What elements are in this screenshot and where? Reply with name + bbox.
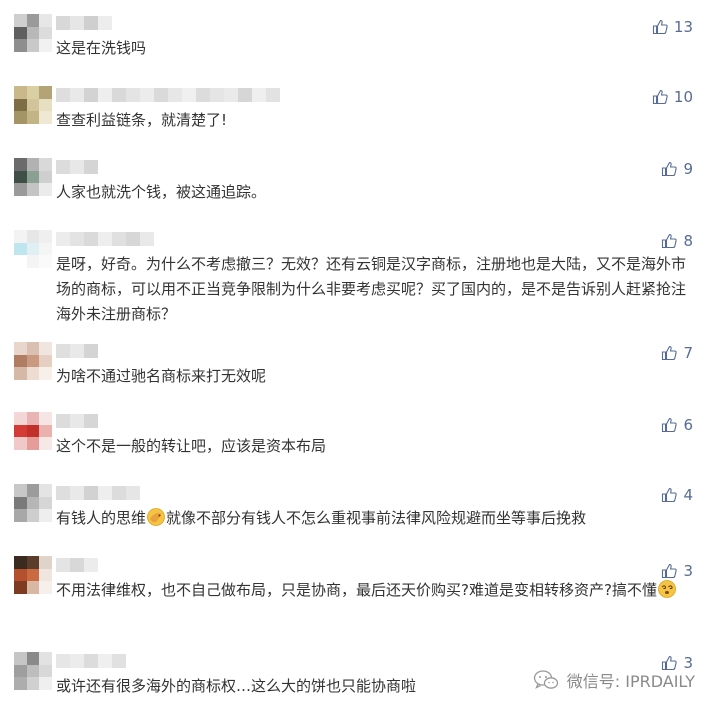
watermark: 微信号: IPRDAILY — [533, 668, 695, 692]
like-button[interactable]: 9 — [661, 160, 693, 178]
like-button[interactable]: 7 — [661, 344, 693, 362]
nickname-pixelated — [56, 160, 98, 174]
avatar[interactable] — [14, 556, 52, 594]
avatar[interactable] — [14, 652, 52, 690]
nickname-pixelated — [56, 486, 140, 500]
avatar[interactable] — [14, 412, 52, 450]
like-count: 9 — [683, 160, 693, 178]
like-button[interactable]: 13 — [652, 18, 693, 36]
thumbs-up-icon — [652, 89, 668, 105]
like-count: 6 — [683, 416, 693, 434]
comment-text: 是呀，好奇。为什么不考虑撤三？无效？还有云铜是汉字商标，注册地也是大陆，又不是海… — [56, 255, 687, 323]
thumbs-up-icon — [662, 563, 678, 579]
avatar[interactable] — [14, 230, 52, 268]
like-count: 4 — [683, 486, 693, 504]
thumbs-up-icon — [662, 487, 678, 503]
thumbs-up-icon — [662, 161, 678, 177]
like-count: 8 — [683, 232, 693, 250]
comment-text: 不用法律维权，也不自己做布局，只是协商，最后还天价购买?难道是变相转移资产?搞不… — [56, 578, 687, 603]
like-button[interactable]: 8 — [661, 232, 693, 250]
comment-text: 这是在洗钱吗 — [56, 39, 147, 57]
nickname-pixelated — [56, 232, 154, 246]
thumbs-up-icon — [662, 345, 678, 361]
avatar[interactable] — [14, 14, 52, 52]
like-count: 7 — [683, 344, 693, 362]
avatar[interactable] — [14, 484, 52, 522]
comment-text: 有钱人的思维 就像不部分有钱人不怎么重视事前法律风险规避而坐等事后挽救 — [56, 508, 587, 527]
facepalm-emoji — [147, 508, 165, 526]
nickname-pixelated — [56, 654, 126, 668]
avatar[interactable] — [14, 86, 52, 124]
like-count: 3 — [683, 562, 693, 580]
nickname-pixelated — [56, 88, 280, 102]
nickname-pixelated — [56, 414, 98, 428]
thumbs-up-icon — [652, 19, 668, 35]
thumbs-up-icon — [662, 417, 678, 433]
like-button[interactable]: 10 — [652, 88, 693, 106]
wechat-icon — [533, 670, 558, 689]
like-count: 10 — [673, 88, 693, 106]
avatar[interactable] — [14, 158, 52, 196]
nickname-pixelated — [56, 16, 112, 30]
nickname-pixelated — [56, 344, 98, 358]
thumbs-up-icon — [662, 233, 678, 249]
watermark-text: 微信号: IPRDAILY — [566, 672, 695, 691]
comment-text: 人家也就洗个钱，被这通追踪。 — [56, 183, 267, 201]
comment-text: 为啥不通过驰名商标来打无效呢 — [56, 367, 267, 385]
nickname-pixelated — [56, 558, 98, 572]
avatar[interactable] — [14, 342, 52, 380]
like-count: 13 — [673, 18, 693, 36]
comment-text: 查查利益链条，就清楚了! — [56, 111, 228, 129]
like-button[interactable]: 4 — [661, 486, 693, 504]
like-button[interactable]: 3 — [661, 562, 693, 580]
dizzy-face-emoji — [658, 580, 676, 598]
comment-text: 这个不是一般的转让吧，应该是资本布局 — [56, 437, 327, 455]
like-button[interactable]: 6 — [661, 416, 693, 434]
